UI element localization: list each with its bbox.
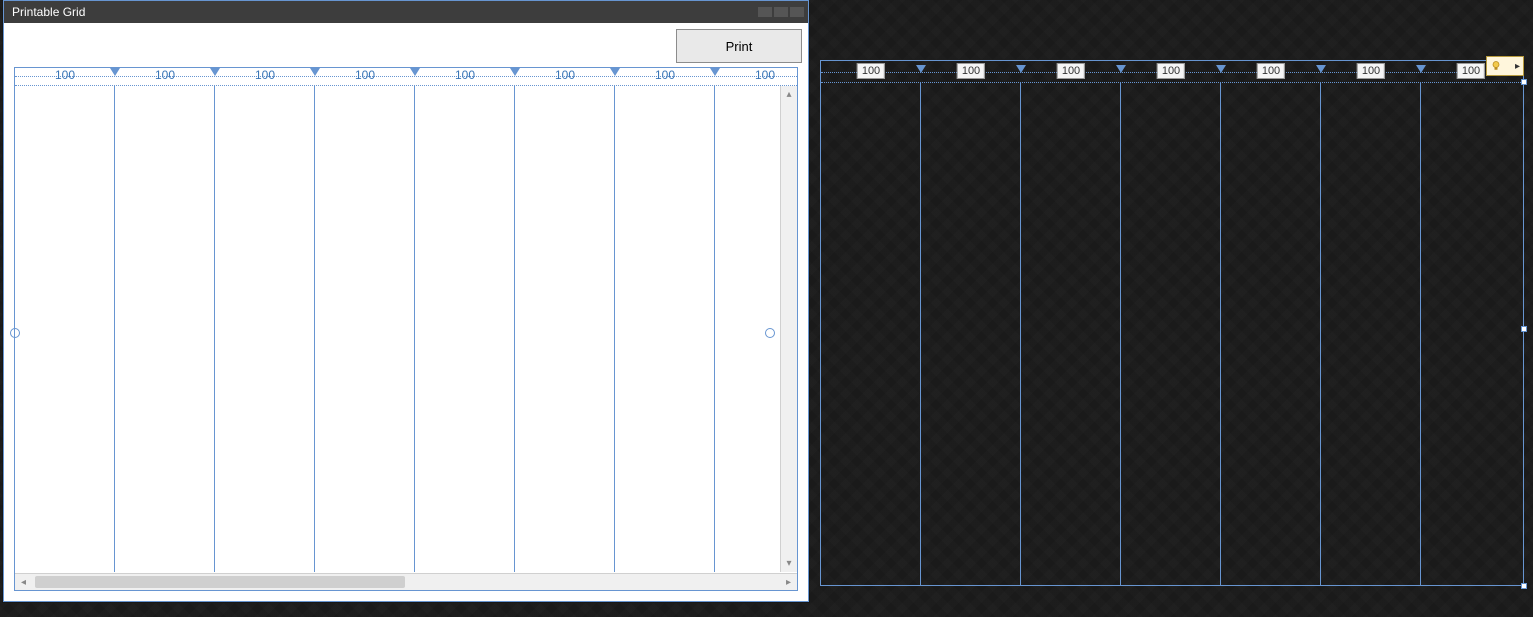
row-resize-marker-right[interactable] [765,328,775,338]
column-resize-handle[interactable] [1216,65,1226,73]
column-width-label[interactable]: 100 [857,63,885,79]
close-button[interactable] [790,7,804,17]
scroll-down-icon[interactable]: ▾ [781,555,797,572]
window-client-area: Print 100 100 100 100 100 100 100 100 [4,23,808,601]
grid-column[interactable] [415,86,515,572]
window-title: Printable Grid [12,5,85,19]
grid-column[interactable] [215,86,315,572]
horizontal-scrollbar[interactable]: ◂ ▸ [15,573,797,590]
window-titlebar[interactable]: Printable Grid [4,1,808,23]
selection-handle[interactable] [1521,583,1527,589]
column-resize-handle[interactable] [410,68,420,76]
grid-column[interactable] [15,86,115,572]
designer-column[interactable] [821,83,921,585]
grid-column[interactable] [115,86,215,572]
selection-handle[interactable] [1521,326,1527,332]
column-width-label: 100 [455,68,475,82]
column-resize-handle[interactable] [916,65,926,73]
column-resize-handle[interactable] [1416,65,1426,73]
column-width-label: 100 [355,68,375,82]
column-width-label: 100 [255,68,275,82]
column-resize-handle[interactable] [210,68,220,76]
column-width-label: 100 [555,68,575,82]
scroll-left-icon[interactable]: ◂ [15,574,32,590]
designer-grid-body [821,83,1523,585]
app-window: Printable Grid Print 100 100 100 100 100… [3,0,809,602]
designer-column[interactable] [1021,83,1121,585]
designer-column[interactable] [1321,83,1421,585]
column-resize-handle[interactable] [310,68,320,76]
designer-column[interactable] [1121,83,1221,585]
column-resize-handle[interactable] [1116,65,1126,73]
lightbulb-icon [1490,60,1502,72]
grid-column[interactable] [515,86,615,572]
column-resize-handle[interactable] [1316,65,1326,73]
column-width-label: 100 [755,68,775,82]
data-grid[interactable]: 100 100 100 100 100 100 100 100 [14,67,798,591]
selection-handle[interactable] [1521,79,1527,85]
designer-grid[interactable]: 100 100 100 100 100 100 100 [820,60,1524,586]
scroll-up-icon[interactable]: ▴ [781,86,797,103]
designer-column[interactable] [921,83,1021,585]
column-width-label[interactable]: 100 [1357,63,1385,79]
scroll-right-icon[interactable]: ▸ [780,574,797,590]
print-button[interactable]: Print [676,29,802,63]
window-control-buttons [758,7,804,17]
scrollbar-thumb[interactable] [35,576,405,588]
smart-tag-button[interactable]: ▸ [1486,56,1524,76]
column-resize-handle[interactable] [1016,65,1026,73]
column-width-label[interactable]: 100 [1457,63,1485,79]
column-width-label: 100 [155,68,175,82]
row-resize-marker-left[interactable] [10,328,20,338]
minimize-button[interactable] [758,7,772,17]
designer-column[interactable] [1221,83,1321,585]
grid-body [15,86,797,572]
grid-column[interactable] [315,86,415,572]
chevron-right-icon: ▸ [1515,61,1520,72]
column-width-label[interactable]: 100 [1057,63,1085,79]
column-resize-handle[interactable] [510,68,520,76]
designer-column-ruler: 100 100 100 100 100 100 100 [821,61,1523,83]
column-width-label: 100 [655,68,675,82]
column-width-label: 100 [55,68,75,82]
grid-column[interactable] [615,86,715,572]
designer-column[interactable] [1421,83,1521,585]
column-width-label[interactable]: 100 [957,63,985,79]
vertical-scrollbar[interactable]: ▴ ▾ [780,86,797,572]
maximize-button[interactable] [774,7,788,17]
column-width-label[interactable]: 100 [1257,63,1285,79]
column-resize-handle[interactable] [110,68,120,76]
column-width-label[interactable]: 100 [1157,63,1185,79]
column-resize-handle[interactable] [710,68,720,76]
grid-column-ruler: 100 100 100 100 100 100 100 100 [15,68,797,86]
column-resize-handle[interactable] [610,68,620,76]
